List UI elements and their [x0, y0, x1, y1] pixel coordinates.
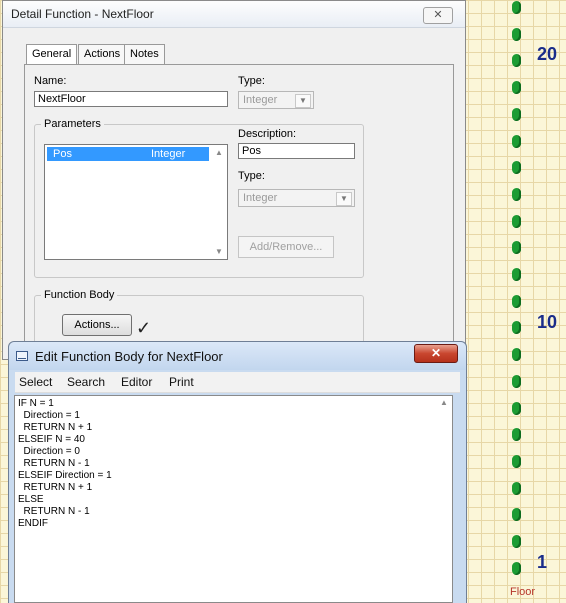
floor-indicator-dot: [512, 81, 521, 95]
menu-print[interactable]: Print: [169, 375, 194, 389]
editor-scrollbar[interactable]: ▲: [436, 396, 452, 602]
menu-editor[interactable]: Editor: [121, 375, 152, 389]
chevron-down-icon: ▼: [295, 94, 311, 108]
tab-general[interactable]: General: [26, 44, 78, 65]
detail-dialog-close-button[interactable]: ✕: [423, 7, 453, 24]
chevron-down-icon: ▼: [336, 192, 352, 206]
tab-notes[interactable]: Notes: [124, 44, 165, 64]
code-line: RETURN N - 1: [18, 506, 90, 517]
floor-indicator-dot: [512, 561, 521, 575]
description-field[interactable]: Pos: [238, 143, 355, 159]
close-icon: ✕: [430, 346, 442, 360]
tab-actions[interactable]: Actions: [78, 44, 127, 64]
type-select-value: Integer: [243, 94, 278, 106]
scroll-up-icon: ▲: [215, 148, 223, 157]
floor-indicator-dot: [512, 187, 521, 201]
detail-dialog-title: Detail Function - NextFloor: [11, 7, 154, 21]
actions-button[interactable]: Actions...: [62, 314, 132, 336]
floor-indicator-dot: [512, 508, 521, 522]
floor-label-10: 10: [537, 312, 558, 332]
floor-indicator-dot: [512, 401, 521, 415]
floor-indicator-dot: [512, 321, 521, 335]
edit-window-close-button[interactable]: ✕: [414, 344, 458, 363]
param-type-label: Type:: [238, 170, 265, 182]
add-remove-button[interactable]: Add/Remove...: [238, 236, 334, 258]
code-line: ELSEIF Direction = 1: [18, 470, 112, 481]
name-field[interactable]: NextFloor: [34, 91, 228, 107]
type-label: Type:: [238, 75, 265, 87]
scroll-down-icon: ▼: [215, 247, 223, 256]
floor-indicator-dot: [512, 214, 521, 228]
code-line: RETURN N + 1: [18, 422, 93, 433]
floor-indicator-dot: [512, 134, 521, 148]
param-type-select-value: Integer: [243, 192, 278, 204]
floor-indicator-dot: [512, 348, 521, 362]
name-label: Name:: [34, 75, 67, 87]
code-line: ELSE: [18, 494, 44, 505]
floor-indicator-dot: [512, 428, 521, 442]
floor-indicator-dot: [512, 374, 521, 388]
menu-select[interactable]: Select: [19, 375, 52, 389]
floor-indicator-dot: [512, 241, 521, 255]
floor-indicator-dot: [512, 454, 521, 468]
description-label: Description:: [238, 128, 297, 140]
floor-indicator-dot: [512, 1, 521, 14]
code-editor[interactable]: IF N = 1 Direction = 1 RETURN N + 1 ELSE…: [14, 395, 453, 603]
menu-search[interactable]: Search: [67, 375, 105, 389]
edit-window-title: Edit Function Body for NextFloor: [35, 349, 223, 364]
code-line: RETURN N + 1: [18, 482, 93, 493]
floor-indicator-dot: [512, 54, 521, 68]
param-type-select: Integer ▼: [238, 189, 355, 207]
parameters-group-title: Parameters: [41, 118, 104, 130]
type-select: Integer ▼: [238, 91, 314, 109]
check-icon: ✓: [136, 318, 152, 338]
floor-indicator-dot: [512, 161, 521, 175]
close-icon: ✕: [433, 9, 443, 21]
floor-label-20: 20: [537, 44, 558, 64]
edit-menubar: Select Search Editor Print: [15, 372, 460, 393]
code-line: Direction = 0: [18, 446, 80, 457]
list-item[interactable]: Pos Integer: [47, 147, 209, 161]
floor-indicator-dot: [512, 268, 521, 281]
param-name: Pos: [53, 148, 72, 160]
floor-indicator-dot: [512, 27, 521, 41]
function-body-group-title: Function Body: [41, 289, 118, 301]
code-line: ENDIF: [18, 518, 48, 529]
code-line: Direction = 1: [18, 410, 80, 421]
list-scrollbar[interactable]: ▲ ▼: [211, 145, 227, 259]
floor-axis-label: Floor: [510, 586, 536, 598]
parameters-list[interactable]: Pos Integer ▲ ▼: [44, 144, 228, 260]
code-line: RETURN N - 1: [18, 458, 90, 469]
edit-window-titlebar: Edit Function Body for NextFloor ✕: [9, 342, 466, 370]
floor-track: [510, 0, 524, 603]
floor-label-1: 1: [537, 552, 548, 572]
detail-dialog-titlebar: Detail Function - NextFloor ✕: [3, 1, 465, 28]
floor-indicator-dot: [512, 481, 521, 495]
scroll-up-icon: ▲: [440, 398, 448, 407]
floor-indicator-dot: [512, 535, 521, 548]
window-icon: [16, 351, 28, 361]
code-line: ELSEIF N = 40: [18, 434, 85, 445]
code-line: IF N = 1: [18, 398, 54, 409]
floor-indicator-dot: [512, 294, 521, 308]
param-type: Integer: [151, 148, 186, 160]
floor-indicator-dot: [512, 107, 521, 121]
